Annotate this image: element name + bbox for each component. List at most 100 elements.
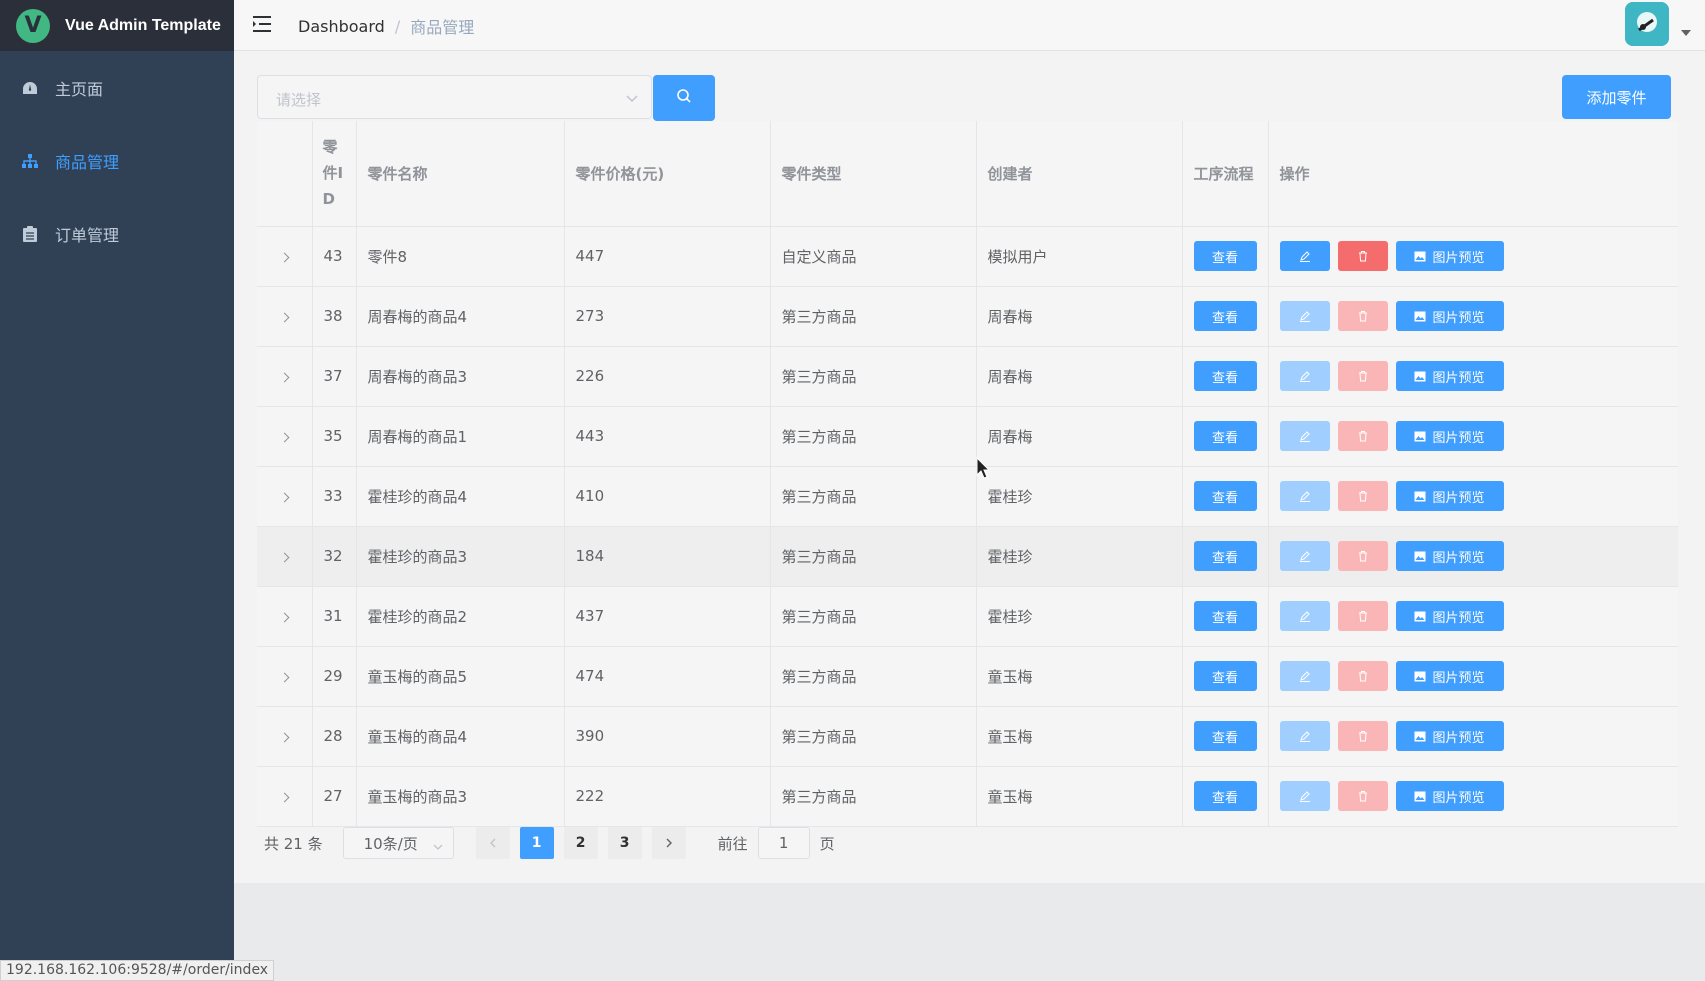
sidebar-item-products[interactable]: 商品管理 (0, 124, 234, 197)
image-preview-label: 图片预览 (1432, 490, 1485, 506)
search-button[interactable] (653, 75, 715, 121)
expand-toggle[interactable] (257, 346, 313, 407)
image-preview-label: 图片预览 (1432, 670, 1485, 686)
edit-button[interactable] (1279, 541, 1330, 571)
expand-toggle[interactable] (257, 766, 313, 827)
edit-button[interactable] (1279, 661, 1330, 691)
delete-button[interactable] (1337, 661, 1388, 691)
delete-button[interactable] (1337, 781, 1388, 811)
edit-button[interactable] (1279, 721, 1330, 751)
image-preview-button[interactable]: 图片预览 (1395, 601, 1504, 631)
edit-button[interactable] (1279, 601, 1330, 631)
view-button[interactable]: 查看 (1193, 421, 1257, 451)
image-preview-button[interactable]: 图片预览 (1395, 241, 1504, 271)
view-button[interactable]: 查看 (1193, 481, 1257, 511)
image-preview-button[interactable]: 图片预览 (1395, 541, 1504, 571)
next-page-button[interactable] (651, 827, 686, 859)
edit-button[interactable] (1279, 301, 1330, 331)
hamburger-toggle-icon[interactable] (252, 14, 272, 34)
chevron-right-icon (666, 838, 672, 848)
view-button[interactable]: 查看 (1193, 301, 1257, 331)
image-preview-button[interactable]: 图片预览 (1395, 661, 1504, 691)
trash-icon (1358, 671, 1367, 682)
edit-button[interactable] (1279, 481, 1330, 511)
breadcrumb-dashboard[interactable]: Dashboard (298, 17, 385, 36)
expand-toggle[interactable] (257, 406, 313, 467)
delete-button[interactable] (1337, 421, 1388, 451)
cell-creator: 童玉梅 (976, 766, 1183, 827)
page-jump-input[interactable]: 1 (757, 827, 810, 859)
delete-button[interactable] (1337, 361, 1388, 391)
table-row: 35 周春梅的商品1 443 第三方商品 周春梅 查看 图片预览 (257, 406, 1678, 467)
avatar[interactable] (1625, 2, 1669, 46)
picture-icon (1414, 431, 1426, 441)
sidebar-item-home[interactable]: 主页面 (0, 51, 234, 124)
cell-creator: 童玉梅 (976, 646, 1183, 707)
image-preview-button[interactable]: 图片预览 (1395, 301, 1504, 331)
cell-id: 37 (312, 346, 357, 407)
delete-button[interactable] (1337, 541, 1388, 571)
trash-icon (1358, 431, 1367, 442)
image-preview-button[interactable]: 图片预览 (1395, 481, 1504, 511)
picture-icon (1414, 791, 1426, 801)
expand-toggle[interactable] (257, 286, 313, 347)
cell-id: 38 (312, 286, 357, 347)
expand-toggle[interactable] (257, 466, 313, 527)
edit-button[interactable] (1279, 241, 1330, 271)
expand-toggle[interactable] (257, 526, 313, 587)
view-button[interactable]: 查看 (1193, 541, 1257, 571)
view-button[interactable]: 查看 (1193, 661, 1257, 691)
prev-page-button[interactable] (475, 827, 510, 859)
cell-creator: 周春梅 (976, 406, 1183, 467)
cell-id: 28 (312, 706, 357, 767)
view-button[interactable]: 查看 (1193, 361, 1257, 391)
cell-name: 周春梅的商品1 (356, 406, 565, 467)
image-preview-button[interactable]: 图片预览 (1395, 421, 1504, 451)
page-size-select[interactable]: 10条/页 (342, 827, 454, 859)
page-button-3[interactable]: 3 (607, 827, 642, 859)
add-part-button[interactable]: 添加零件 (1562, 75, 1671, 119)
view-button[interactable]: 查看 (1193, 241, 1257, 271)
header-id-line: 件I (322, 164, 344, 183)
chevron-right-icon (279, 552, 290, 563)
picture-icon (1414, 311, 1426, 321)
view-button[interactable]: 查看 (1193, 721, 1257, 751)
page-button-1[interactable]: 1 (519, 827, 554, 859)
expand-toggle[interactable] (257, 646, 313, 707)
delete-button[interactable] (1337, 241, 1388, 271)
header-id-line: D (322, 190, 335, 209)
image-preview-button[interactable]: 图片预览 (1395, 361, 1504, 391)
image-preview-label: 图片预览 (1432, 550, 1485, 566)
cell-actions: 图片预览 (1268, 226, 1678, 287)
picture-icon (1414, 551, 1426, 561)
logo-bar[interactable]: V Vue Admin Template (0, 0, 234, 51)
category-select[interactable]: 请选择 (257, 75, 652, 119)
edit-button[interactable] (1279, 781, 1330, 811)
header-creator: 创建者 (976, 121, 1183, 227)
caret-down-icon[interactable] (1681, 30, 1691, 36)
sidebar-item-orders[interactable]: 订单管理 (0, 197, 234, 270)
chevron-right-icon (279, 372, 290, 383)
cell-actions: 图片预览 (1268, 406, 1678, 467)
image-preview-label: 图片预览 (1432, 250, 1485, 266)
image-preview-button[interactable]: 图片预览 (1395, 781, 1504, 811)
view-button[interactable]: 查看 (1193, 781, 1257, 811)
cell-creator: 霍桂珍 (976, 586, 1183, 647)
view-button[interactable]: 查看 (1193, 601, 1257, 631)
cell-price: 410 (564, 466, 771, 527)
delete-button[interactable] (1337, 721, 1388, 751)
edit-button[interactable] (1279, 361, 1330, 391)
delete-button[interactable] (1337, 301, 1388, 331)
cell-name: 霍桂珍的商品3 (356, 526, 565, 587)
delete-button[interactable] (1337, 481, 1388, 511)
page-button-2[interactable]: 2 (563, 827, 598, 859)
edit-button[interactable] (1279, 421, 1330, 451)
chevron-down-icon (626, 90, 638, 103)
expand-toggle[interactable] (257, 226, 313, 287)
expand-toggle[interactable] (257, 586, 313, 647)
image-preview-label: 图片预览 (1432, 610, 1485, 626)
delete-button[interactable] (1337, 601, 1388, 631)
image-preview-button[interactable]: 图片预览 (1395, 721, 1504, 751)
expand-toggle[interactable] (257, 706, 313, 767)
breadcrumb-separator: / (394, 16, 401, 36)
